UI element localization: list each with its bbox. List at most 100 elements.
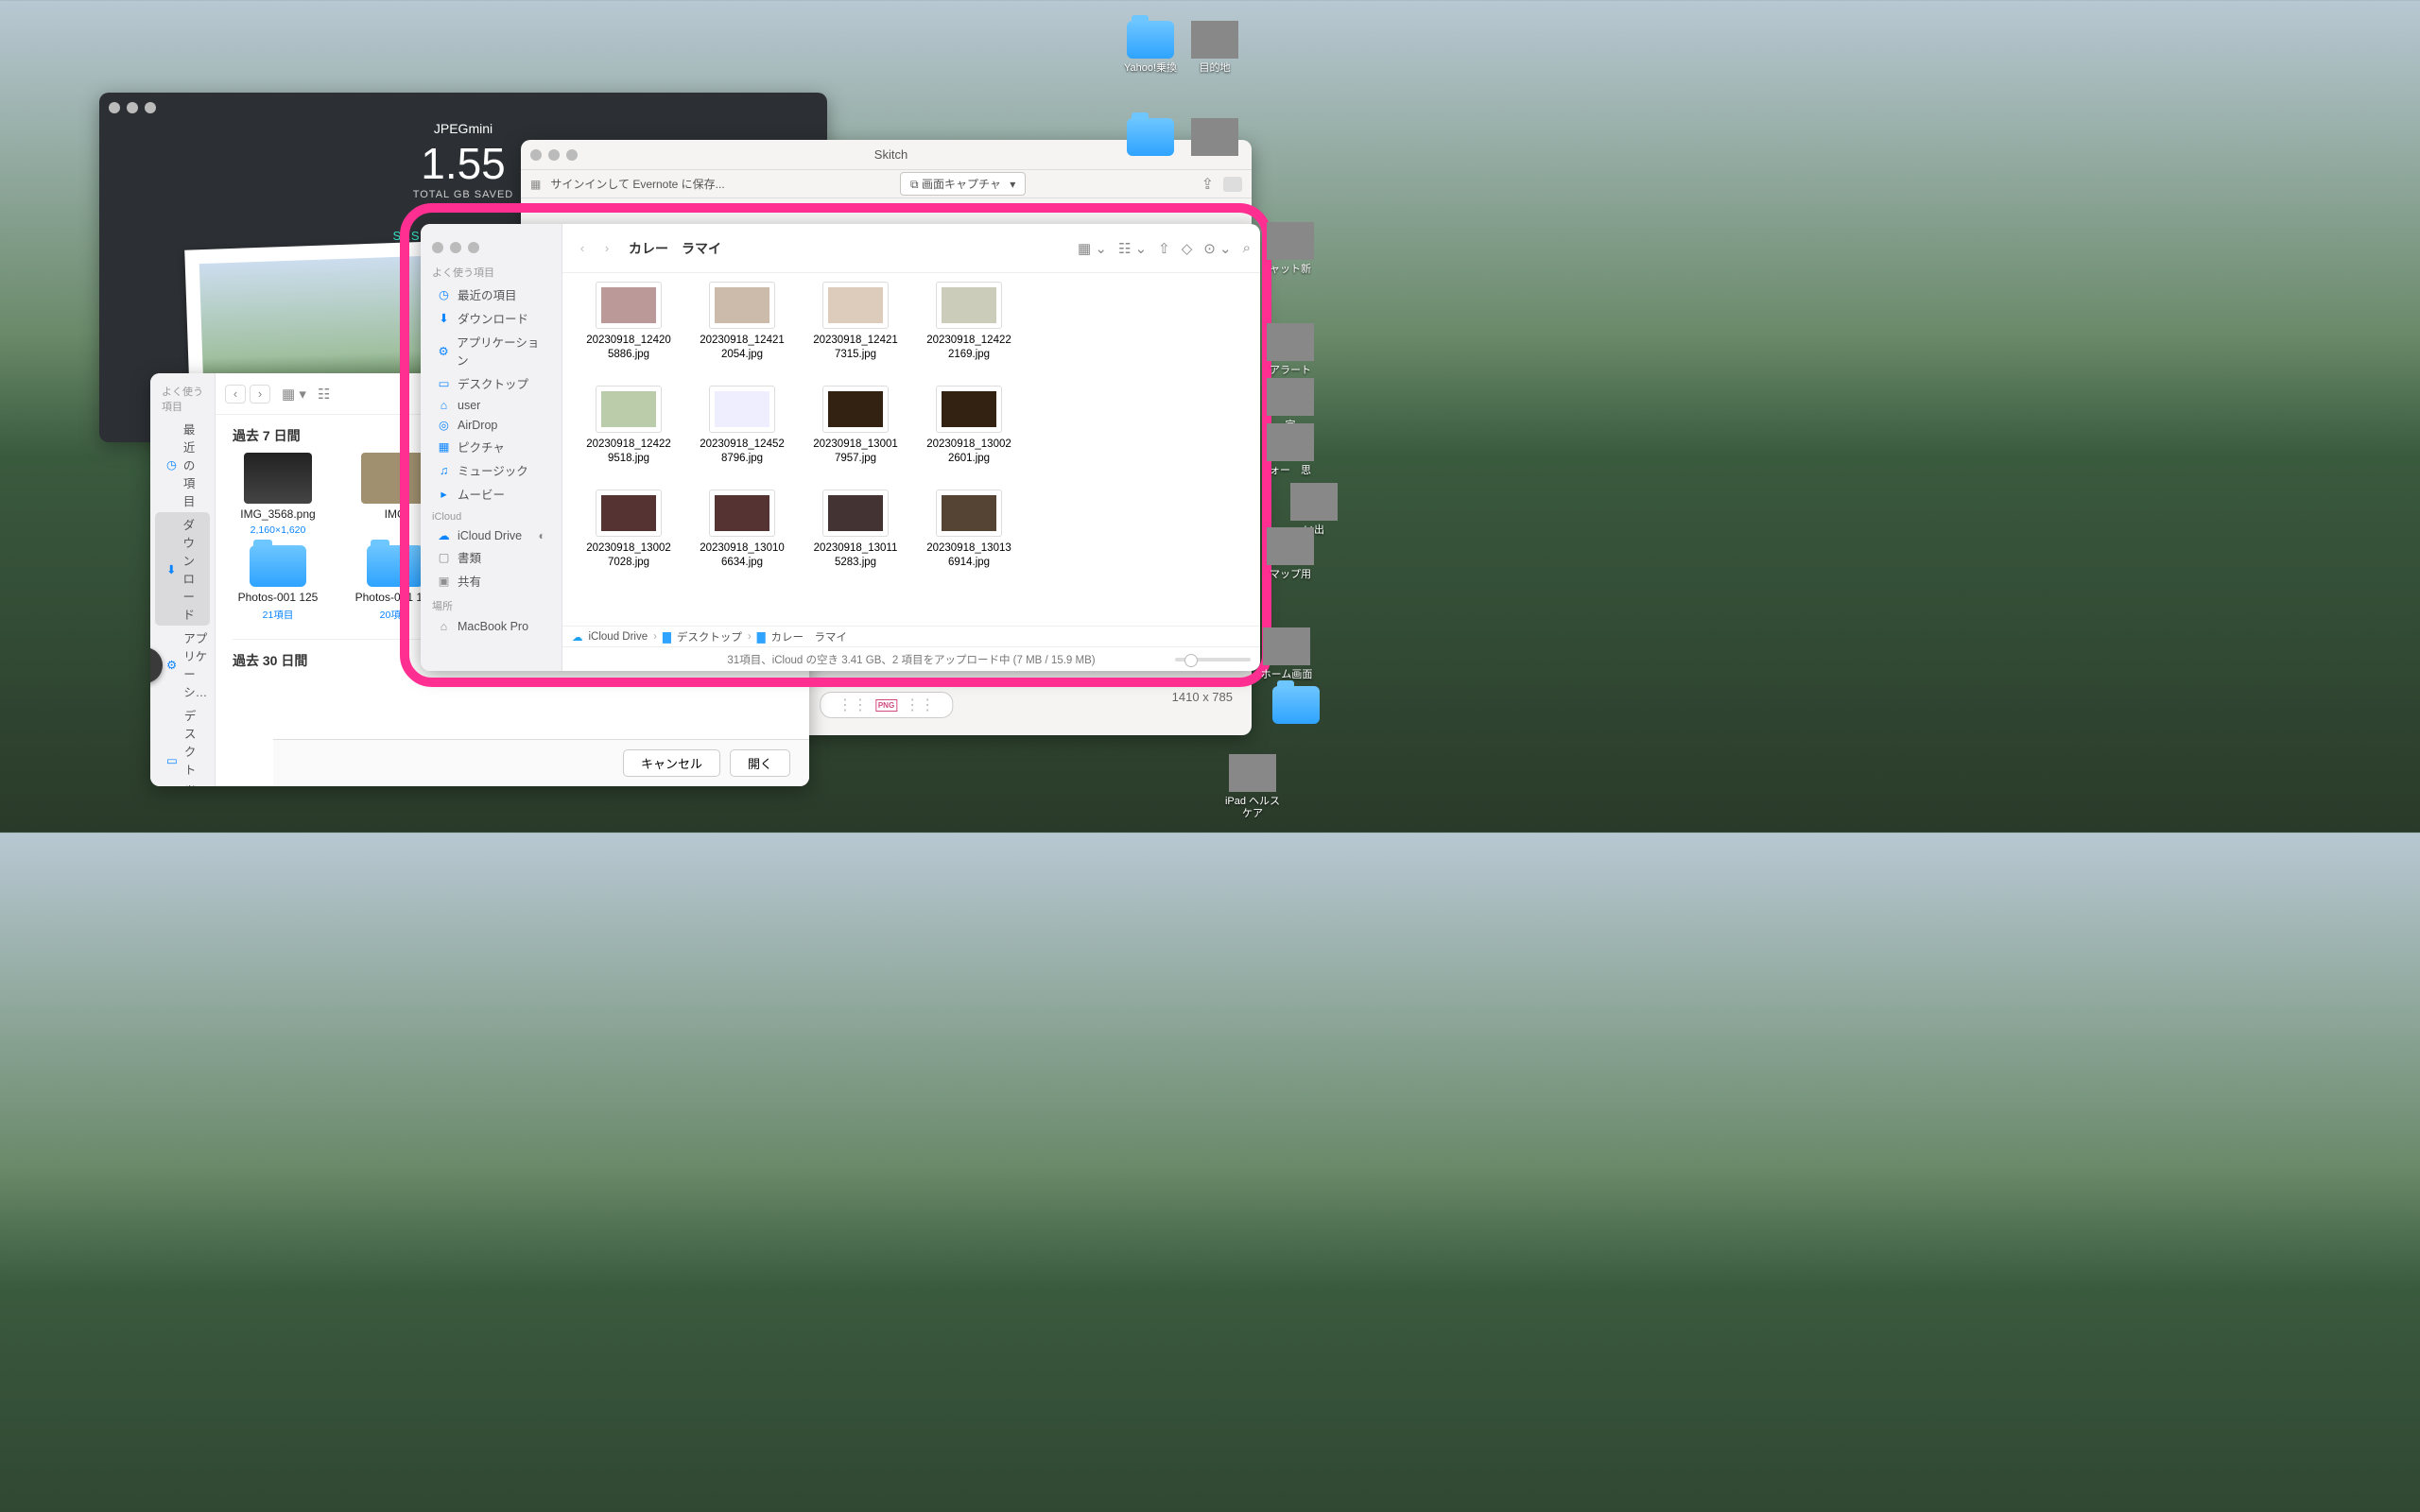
file-thumbnail[interactable]	[596, 387, 661, 432]
format-pill[interactable]: ⋮⋮ PNG ⋮⋮	[820, 692, 953, 718]
desktop-item[interactable]: ォー 思	[1261, 423, 1320, 477]
sidebar-item[interactable]: ▣共有	[425, 569, 557, 593]
sidebar-item[interactable]: ♫ミュージック	[425, 458, 557, 482]
desktop-item[interactable]	[1121, 118, 1180, 160]
sidebar-item[interactable]: ◷最近の項目	[155, 417, 210, 512]
file-name[interactable]: 20230918_130136914.jpg	[915, 541, 1024, 570]
forward-button[interactable]: ›	[250, 385, 270, 404]
file-thumbnail[interactable]	[823, 283, 888, 328]
path-bar[interactable]: ☁︎ iCloud Drive › ▇ デスクトップ › ▇ カレー ラマイ	[562, 626, 1260, 646]
cancel-button[interactable]: キャンセル	[623, 749, 720, 777]
desktop-item[interactable]: iPad ヘルスケア	[1223, 754, 1282, 820]
file-thumbnail[interactable]	[823, 490, 888, 536]
sidebar-item-label: デスクトップ	[458, 374, 528, 392]
sidebar-item[interactable]: ⬇︎ダウンロード	[155, 512, 210, 626]
format-badge: PNG	[875, 699, 897, 712]
group-menu[interactable]: ☷	[318, 386, 330, 403]
grid-icon[interactable]: ▦	[530, 178, 541, 191]
open-button[interactable]: 開く	[730, 749, 790, 777]
sidebar-item[interactable]: ▭デスクトップ	[155, 703, 210, 786]
forward-button[interactable]: ›	[596, 239, 617, 258]
desktop-item[interactable]: ホーム画面	[1257, 627, 1316, 681]
group-menu[interactable]: ☷ ⌄	[1118, 240, 1147, 257]
view-menu[interactable]: ▦ ⌄	[1078, 240, 1107, 257]
signin-text[interactable]: サインインして Evernote に保存...	[550, 176, 724, 192]
share-icon[interactable]: ⇧	[1158, 240, 1170, 257]
sidebar-item[interactable]: ⚙︎アプリケーシ…	[155, 626, 210, 703]
file-name[interactable]: 20230918_124205886.jpg	[575, 334, 683, 362]
file-name[interactable]: 20230918_130027028.jpg	[575, 541, 683, 570]
nav-buttons[interactable]: ‹›	[225, 385, 270, 404]
sidebar-item[interactable]: ▦ピクチャ	[425, 435, 557, 458]
file-thumbnail[interactable]	[937, 283, 1001, 328]
desktop-item[interactable]: Yahoo!乗換	[1121, 21, 1180, 75]
sidebar-item[interactable]: ⌂user	[425, 395, 557, 415]
folder-icon[interactable]	[367, 545, 424, 587]
file-name[interactable]: 20230918_124212054.jpg	[688, 334, 797, 362]
sidebar-item[interactable]: ☁︎iCloud Drive◐	[425, 525, 557, 545]
file-name[interactable]: IMG	[385, 507, 406, 521]
file-name[interactable]: IMG_3568.png	[240, 507, 315, 521]
path-segment[interactable]: カレー ラマイ	[771, 629, 848, 644]
back-button[interactable]: ‹	[225, 385, 246, 404]
sidebar-item[interactable]: ⌂MacBook Pro	[425, 616, 557, 636]
desktop-item[interactable]: アラート	[1261, 323, 1320, 377]
sidebar-item[interactable]: ⚙︎アプリケーション	[425, 330, 557, 371]
file-thumbnail[interactable]	[596, 283, 661, 328]
image-box-icon[interactable]	[1223, 177, 1242, 192]
file-thumbnail[interactable]	[244, 453, 312, 504]
view-menu[interactable]: ▦ ▾	[282, 386, 306, 403]
desktop-item[interactable]	[1185, 118, 1244, 160]
window-controls[interactable]	[99, 93, 827, 123]
back-button[interactable]: ‹	[572, 239, 593, 258]
tag-icon[interactable]: ◇	[1182, 240, 1193, 257]
file-thumbnail[interactable]	[937, 490, 1001, 536]
sidebar-item[interactable]: ◷最近の項目	[425, 283, 557, 306]
file-name[interactable]: 20230918_130022601.jpg	[915, 438, 1024, 466]
file-name[interactable]: 20230918_130017957.jpg	[802, 438, 910, 466]
folder-name[interactable]: Photos-001 125	[238, 591, 319, 604]
desktop-item[interactable]: マップ用	[1261, 527, 1320, 581]
sidebar-item[interactable]: ◎AirDrop	[425, 415, 557, 435]
share-icon[interactable]: ⇪	[1201, 175, 1214, 194]
file-name[interactable]: 20230918_124229518.jpg	[575, 438, 683, 466]
file-name[interactable]: 20230918_124222169.jpg	[915, 334, 1024, 362]
file-thumbnail[interactable]	[596, 490, 661, 536]
search-icon[interactable]: ⌕	[1243, 240, 1251, 256]
file-thumbnail[interactable]	[937, 387, 1001, 432]
desktop-item[interactable]	[1267, 686, 1325, 728]
file-name[interactable]: 20230918_124528796.jpg	[688, 438, 797, 466]
window-controls[interactable]	[521, 140, 587, 170]
desktop-item[interactable]: ャット新	[1261, 222, 1320, 276]
file-name[interactable]: 20230918_130115283.jpg	[802, 541, 910, 570]
nav-buttons[interactable]: ‹ ›	[572, 239, 617, 258]
icon-size-slider[interactable]	[1175, 658, 1251, 662]
desktop-item-label: Yahoo!乗換	[1121, 62, 1180, 75]
file-thumbnail[interactable]	[710, 490, 774, 536]
file-thumbnail[interactable]	[710, 387, 774, 432]
sidebar-item[interactable]: ▢書類	[425, 545, 557, 569]
sidebar-item[interactable]: ⬇︎ダウンロード	[425, 306, 557, 330]
more-icon[interactable]: ⊙ ⌄	[1203, 240, 1231, 257]
favorites-header: よく使う項目	[150, 378, 215, 417]
path-segment[interactable]: デスクトップ	[677, 629, 742, 644]
desktop-item[interactable]: 目的地	[1185, 21, 1244, 75]
folder-icon[interactable]	[250, 545, 306, 587]
file-icon	[1267, 423, 1314, 461]
file-thumbnail[interactable]	[361, 453, 429, 504]
sidebar-item-label: AirDrop	[458, 419, 497, 432]
drag-handle-icon[interactable]: ⋮⋮	[838, 696, 868, 714]
path-segment[interactable]: iCloud Drive	[589, 631, 648, 643]
sidebar-item[interactable]: ▸ムービー	[425, 482, 557, 506]
window-controls[interactable]	[421, 229, 562, 259]
section-header: 過去 30 日間	[233, 651, 307, 670]
file-thumbnail[interactable]	[710, 283, 774, 328]
laptop-icon: ⌂	[437, 619, 451, 633]
drag-handle-icon[interactable]: ⋮⋮	[905, 696, 935, 714]
file-name[interactable]: 20230918_124217315.jpg	[802, 334, 910, 362]
file-thumbnail[interactable]	[823, 387, 888, 432]
sidebar-item[interactable]: ▭デスクトップ	[425, 371, 557, 395]
clock-icon: ◷	[437, 287, 451, 301]
file-name[interactable]: 20230918_130106634.jpg	[688, 541, 797, 570]
capture-button[interactable]: ⧉ 画面キャプチャ ▾	[900, 172, 1026, 196]
